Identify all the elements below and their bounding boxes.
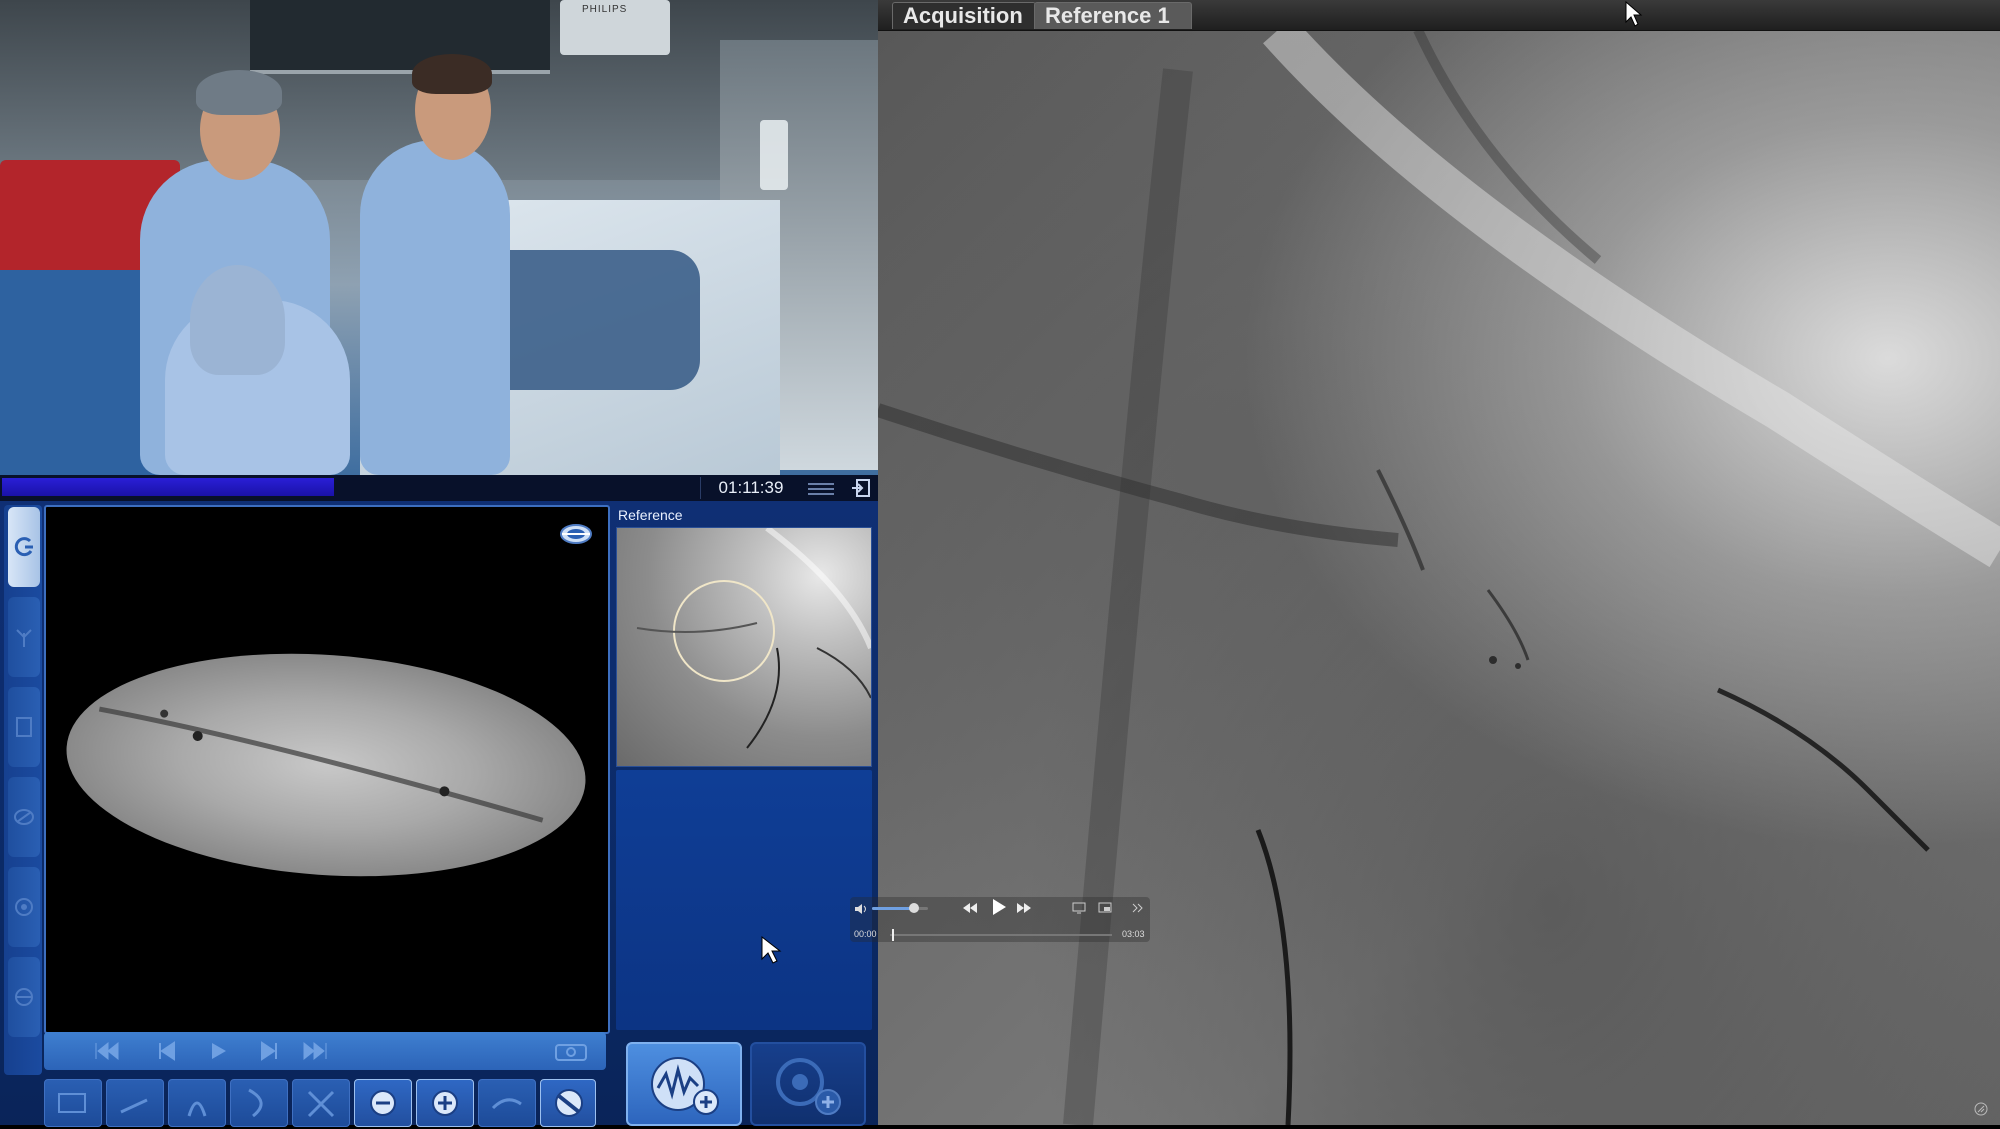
- picture-in-picture-button[interactable]: [1098, 901, 1112, 919]
- acquisition-progress-bar: [2, 478, 335, 496]
- procedure-timer: 01:11:39: [700, 477, 801, 499]
- seek-marker[interactable]: [892, 929, 895, 941]
- flow-button[interactable]: [478, 1079, 536, 1127]
- clinician-seated-cap: [190, 265, 285, 375]
- equipment-brand-label: PHILIPS: [582, 4, 628, 15]
- step-back-button[interactable]: [152, 1040, 182, 1062]
- speaker-icon: [855, 904, 866, 914]
- volume-slider[interactable]: [872, 903, 928, 913]
- view-icon: [15, 988, 33, 1006]
- plane-icon: [120, 1098, 148, 1114]
- fluoroscopy-image: [58, 637, 594, 893]
- fast-forward-button[interactable]: [1016, 901, 1032, 919]
- ablation-button[interactable]: [8, 777, 40, 857]
- reference-label: Reference: [618, 507, 683, 523]
- rewind-button[interactable]: [962, 901, 978, 919]
- document-icon: [16, 717, 32, 737]
- play-button[interactable]: [204, 1040, 234, 1062]
- playback-controls: [44, 1032, 606, 1070]
- flow-icon: [491, 1098, 522, 1110]
- live-fluoroscopy-viewer[interactable]: [44, 505, 610, 1034]
- camera-icon: [555, 1044, 587, 1061]
- tab-acquisition[interactable]: Acquisition: [892, 2, 1036, 29]
- zoom-out-icon: [370, 1090, 396, 1116]
- step-forward-button[interactable]: [254, 1040, 284, 1062]
- curve-icon: [248, 1088, 263, 1118]
- skip-start-icon: [95, 1041, 119, 1061]
- tab-reference-1[interactable]: Reference 1: [1034, 2, 1192, 29]
- clinician-right: [360, 140, 510, 475]
- or-camera-feed: PHILIPS: [0, 0, 878, 475]
- reference-empty-area: [616, 770, 872, 1030]
- reference-fluoroscopy-image[interactable]: [878, 30, 2000, 1125]
- bottom-toolbar: [40, 1076, 610, 1127]
- rotate-icon: [14, 537, 33, 557]
- c-arm-monitor: PHILIPS: [560, 0, 670, 55]
- step-back-icon: [159, 1041, 175, 1061]
- view-3d-button[interactable]: [44, 1079, 102, 1127]
- iv-bag: [760, 120, 788, 190]
- rewind-icon: [963, 903, 977, 913]
- step-forward-icon: [261, 1041, 277, 1061]
- resize-handle-icon[interactable]: [1974, 1102, 1988, 1116]
- add-ring-button[interactable]: [750, 1042, 866, 1126]
- catheter-button[interactable]: [540, 1079, 596, 1127]
- volume-fill: [872, 907, 914, 910]
- cross-icon: [307, 1090, 335, 1118]
- cross-button[interactable]: [292, 1079, 350, 1127]
- pip-icon: [1098, 902, 1112, 913]
- view-button[interactable]: [8, 957, 40, 1037]
- zoom-out-button[interactable]: [354, 1079, 412, 1127]
- zoom-in-icon: [432, 1090, 458, 1116]
- volume-button[interactable]: [854, 902, 868, 920]
- media-player-controls: 00:00 03:03: [850, 897, 1150, 942]
- left-toolbar: [4, 505, 42, 1075]
- menu-icon[interactable]: [808, 480, 834, 496]
- seek-bar[interactable]: [890, 929, 1112, 941]
- pointer-cursor-icon: [760, 935, 790, 970]
- curve-button[interactable]: [230, 1079, 288, 1127]
- clinician-left-cap: [196, 70, 282, 115]
- plane-button[interactable]: [106, 1079, 164, 1127]
- target-button[interactable]: [8, 867, 40, 947]
- fast-forward-icon: [1017, 903, 1031, 913]
- control-room-window: [250, 0, 550, 74]
- anatomy-icon: [187, 1101, 207, 1117]
- snapshot-button[interactable]: [552, 1040, 592, 1062]
- cast-button[interactable]: [1072, 901, 1086, 919]
- skip-start-button[interactable]: [92, 1040, 122, 1062]
- exit-icon[interactable]: [850, 478, 872, 498]
- document-button[interactable]: [8, 687, 40, 767]
- media-play-button[interactable]: [991, 898, 1007, 921]
- waveform-plus-icon: [651, 1057, 719, 1115]
- mouse-cursor-icon: [1624, 0, 1644, 33]
- circle-target-icon: [15, 898, 33, 916]
- tree-icon: [16, 629, 32, 647]
- total-duration: 03:03: [1122, 929, 1145, 939]
- play-icon: [993, 899, 1006, 915]
- play-icon: [212, 1043, 226, 1059]
- clinician-right-hair: [412, 54, 492, 94]
- elapsed-time: 00:00: [854, 929, 877, 939]
- tree-button[interactable]: [8, 597, 40, 677]
- eye-icon[interactable]: [560, 523, 592, 545]
- volume-knob[interactable]: [909, 903, 919, 913]
- rotate-button[interactable]: [8, 507, 40, 587]
- ring-plus-icon: [776, 1058, 841, 1115]
- view-3d-icon: [58, 1093, 86, 1113]
- reference-thumbnail[interactable]: [616, 527, 872, 767]
- anatomy-button[interactable]: [168, 1079, 226, 1127]
- chevron-double-right-icon: [1132, 903, 1143, 913]
- add-waveform-button[interactable]: [626, 1042, 742, 1126]
- skip-end-button[interactable]: [300, 1040, 330, 1062]
- catheter-icon: [555, 1089, 583, 1117]
- more-button[interactable]: [1132, 901, 1144, 919]
- screen-icon: [1072, 902, 1086, 914]
- ablation-icon: [14, 809, 34, 825]
- zoom-in-button[interactable]: [416, 1079, 474, 1127]
- status-bar: 01:11:39: [0, 475, 878, 503]
- skip-end-icon: [303, 1041, 327, 1061]
